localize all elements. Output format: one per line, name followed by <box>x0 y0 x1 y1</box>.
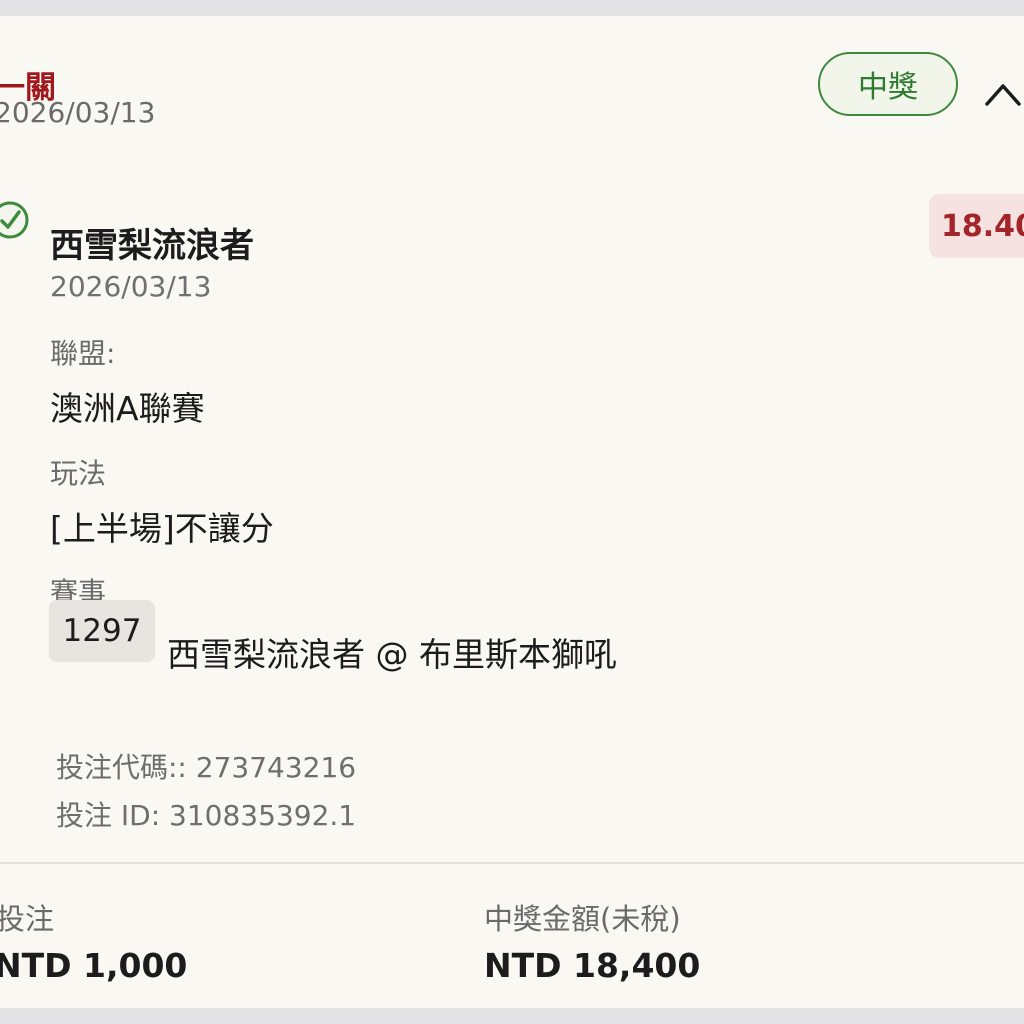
selection-date: 2026/03/13 <box>50 270 212 303</box>
stake-value: NTD 1,000 <box>0 946 188 985</box>
payout-label: 中獎金額(未稅) <box>484 902 681 936</box>
check-circle-icon <box>0 200 30 240</box>
league-label: 聯盟: <box>50 337 116 370</box>
bet-date: 2026/03/13 <box>0 96 156 129</box>
bet-code: 投注代碼:: 273743216 <box>56 751 357 784</box>
collapse-button[interactable] <box>982 74 1024 108</box>
status-badge: 中獎 <box>818 52 958 116</box>
event-number-badge: 1297 <box>49 600 155 662</box>
footer-divider <box>0 862 1024 864</box>
stake-label: 投注 <box>0 902 55 936</box>
payout-value: NTD 18,400 <box>484 946 701 985</box>
market-label: 玩法 <box>50 457 107 490</box>
event-name: 西雪梨流浪者 @ 布里斯本獅吼 <box>167 635 617 674</box>
bet-card: 一關 2026/03/13 中獎 西雪梨流浪者 2026/03/13 18.40… <box>0 16 1024 1008</box>
odds-badge: 18.40 <box>929 194 1024 258</box>
selection-team-name: 西雪梨流浪者 <box>50 226 254 266</box>
chevron-up-icon <box>985 84 1021 106</box>
bet-id: 投注 ID: 310835392.1 <box>56 799 357 832</box>
market-value: [上半場]不讓分 <box>50 509 274 548</box>
league-value: 澳洲A聯賽 <box>50 389 205 428</box>
